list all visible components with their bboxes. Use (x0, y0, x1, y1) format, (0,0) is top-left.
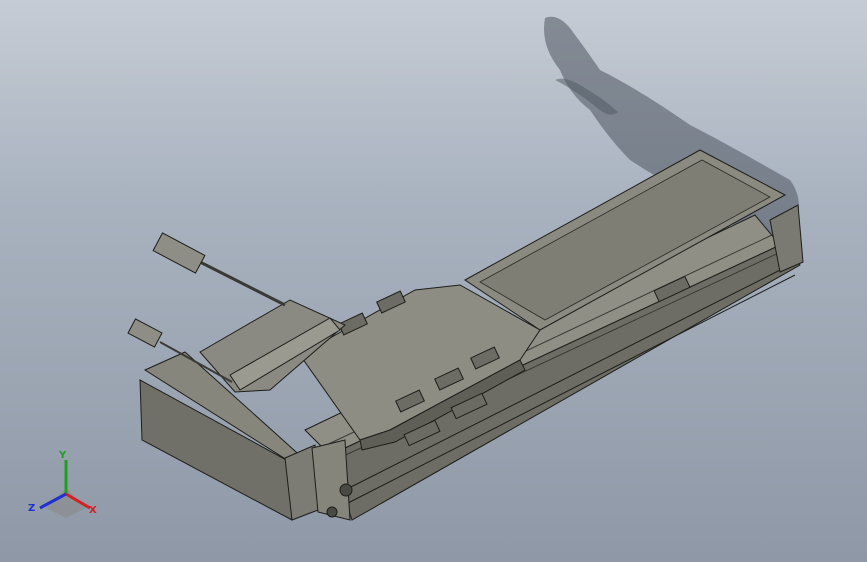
view-orientation-triad[interactable]: Y X Z (28, 446, 104, 522)
end-plate-hole (339, 483, 353, 497)
triad-z-label: Z (28, 503, 36, 514)
sensor-block-2 (127, 318, 163, 348)
end-plate-hole-lower (326, 506, 338, 518)
cad-viewport[interactable]: Y X Z (0, 0, 867, 562)
sensor-block-1 (152, 232, 206, 274)
triad-y-label: Y (59, 450, 67, 461)
linear-actuator-model[interactable] (0, 0, 867, 562)
triad-x-label: X (89, 505, 97, 516)
sensor-cable-1 (199, 260, 286, 307)
